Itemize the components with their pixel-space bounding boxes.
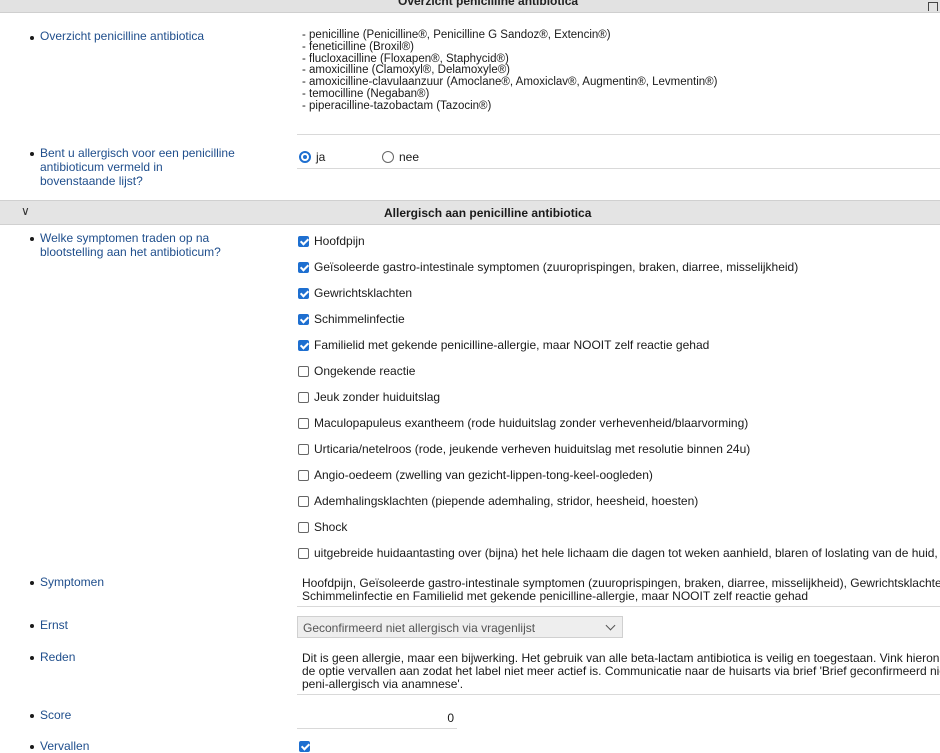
overview-label: Overzicht penicilline antibiotica xyxy=(40,29,205,43)
symptom-option[interactable]: Maculopapuleus exantheem (rode huiduitsl… xyxy=(298,414,748,432)
checkbox-label: Schimmelinfectie xyxy=(314,312,405,326)
window-restore-icon[interactable] xyxy=(928,2,938,11)
reden-label: Reden xyxy=(40,650,76,664)
radio-button[interactable] xyxy=(382,151,394,163)
symptom-option[interactable]: Ademhalingsklachten (piepende ademhaling… xyxy=(298,492,698,510)
ernst-select[interactable]: Geconfirmeerd niet allergisch via vragen… xyxy=(297,616,623,638)
checkbox[interactable] xyxy=(298,365,309,377)
symptom-option[interactable]: Jeuk zonder huiduitslag xyxy=(298,388,440,406)
antibiotics-list: - penicilline (Penicilline®, Penicilline… xyxy=(302,29,717,113)
checkbox-label: Familielid met gekende penicilline-aller… xyxy=(314,338,710,352)
checkbox-label: Maculopapuleus exantheem (rode huiduitsl… xyxy=(314,416,749,430)
checkbox-label: Ademhalingsklachten (piepende ademhaling… xyxy=(314,494,699,508)
select-value: Geconfirmeerd niet allergisch via vragen… xyxy=(303,621,536,635)
section-header-allergy[interactable]: ∨ Allergisch aan penicilline antibiotica xyxy=(0,200,940,225)
divider xyxy=(297,606,940,607)
label-line: blootstelling aan het antibioticum? xyxy=(40,245,221,259)
text-line: Schimmelinfectie en Familielid met geken… xyxy=(302,589,809,603)
score-label: Score xyxy=(40,708,72,722)
antibiotic-item: - feneticilline (Broxil®) xyxy=(302,40,415,53)
text-line: peni-allergisch via anamnese'. xyxy=(302,677,464,691)
symptom-option[interactable]: Hoofdpijn xyxy=(298,232,365,250)
top-section-header: Overzicht penicilline antibiotica xyxy=(0,0,940,13)
checkbox-checked[interactable] xyxy=(298,261,309,273)
checkbox-label: Gewrichtsklachten xyxy=(314,286,413,300)
checkbox[interactable] xyxy=(298,469,309,481)
chevron-down-icon[interactable]: ∨ xyxy=(21,204,30,218)
antibiotic-item: - piperacilline-tazobactam (Tazocin®) xyxy=(302,99,492,112)
checkbox-label: Ongekende reactie xyxy=(314,364,416,378)
bullet-icon xyxy=(30,656,34,660)
label-line: Bent u allergisch voor een penicilline xyxy=(40,146,235,160)
checkbox[interactable] xyxy=(298,521,309,533)
bullet-icon xyxy=(30,624,34,628)
symptomen-label: Symptomen xyxy=(40,575,105,589)
divider xyxy=(297,134,940,135)
vervallen-label: Vervallen xyxy=(40,739,90,753)
checkbox-checked[interactable] xyxy=(298,235,309,247)
bullet-icon xyxy=(30,581,34,585)
radio-option-ja[interactable]: ja xyxy=(299,150,325,164)
symptom-option[interactable]: Ongekende reactie xyxy=(298,362,415,380)
symptom-option[interactable]: Schimmelinfectie xyxy=(298,310,405,328)
symptom-option[interactable]: uitgebreide huidaantasting over (bijna) … xyxy=(298,544,938,562)
top-section-title: Overzicht penicilline antibiotica xyxy=(398,0,579,8)
bullet-icon xyxy=(30,152,34,156)
allergy-question-label: Bent u allergisch voor een penicilline a… xyxy=(40,146,235,188)
reden-value: Dit is geen allergie, maar een bijwerkin… xyxy=(302,652,940,691)
symptom-option[interactable]: Shock xyxy=(298,518,347,536)
checkbox-label: Hoofdpijn xyxy=(314,234,365,248)
checkbox-checked[interactable] xyxy=(299,741,310,752)
symptoms-question-label: Welke symptomen traden op na blootstelli… xyxy=(40,231,221,259)
symptom-option[interactable]: Angio-oedeem (zwelling van gezicht-lippe… xyxy=(298,466,653,484)
checkbox[interactable] xyxy=(298,495,309,507)
checkbox-checked[interactable] xyxy=(298,339,309,351)
bullet-icon xyxy=(30,36,34,40)
checkbox-label: Urticaria/netelroos (rode, jeukende verh… xyxy=(314,442,751,456)
checkbox-checked[interactable] xyxy=(298,287,309,299)
label-line: bovenstaande lijst? xyxy=(40,174,143,188)
checkbox-label: uitgebreide huidaantasting over (bijna) … xyxy=(314,546,938,560)
checkbox[interactable] xyxy=(298,391,309,403)
divider xyxy=(297,694,940,695)
checkbox[interactable] xyxy=(298,417,309,429)
radio-label: nee xyxy=(399,150,420,164)
bullet-icon xyxy=(30,745,34,749)
checkbox-label: Angio-oedeem (zwelling van gezicht-lippe… xyxy=(314,468,653,482)
score-value: 0 xyxy=(447,711,454,725)
radio-option-nee[interactable]: nee xyxy=(382,150,419,164)
symptom-option[interactable]: Geïsoleerde gastro-intestinale symptomen… xyxy=(298,258,798,276)
checkbox-checked[interactable] xyxy=(298,313,309,325)
vervallen-checkbox[interactable] xyxy=(299,741,315,752)
checkbox[interactable] xyxy=(298,443,309,455)
symptom-option[interactable]: Familielid met gekende penicilline-aller… xyxy=(298,336,709,354)
chevron-down-icon xyxy=(605,620,616,631)
checkbox-label: Shock xyxy=(314,520,348,534)
ernst-label: Ernst xyxy=(40,618,69,632)
symptomen-value: Hoofdpijn, Geïsoleerde gastro-intestinal… xyxy=(302,577,940,603)
symptom-option[interactable]: Urticaria/netelroos (rode, jeukende verh… xyxy=(298,440,750,458)
bullet-icon xyxy=(30,714,34,718)
score-field[interactable]: 0 xyxy=(297,706,457,729)
checkbox[interactable] xyxy=(298,547,309,559)
antibiotic-item: - temocilline (Negaban®) xyxy=(302,87,430,100)
radio-label: ja xyxy=(316,150,326,164)
checkbox-label: Geïsoleerde gastro-intestinale symptomen… xyxy=(314,260,799,274)
bullet-icon xyxy=(30,237,34,241)
checkbox-label: Jeuk zonder huiduitslag xyxy=(314,390,441,404)
label-line: Welke symptomen traden op na xyxy=(40,231,210,245)
symptom-option[interactable]: Gewrichtsklachten xyxy=(298,284,412,302)
section-title: Allergisch aan penicilline antibiotica xyxy=(384,206,592,220)
radio-button-selected[interactable] xyxy=(299,151,311,163)
divider xyxy=(297,168,940,169)
label-line: antibioticum vermeld in xyxy=(40,160,163,174)
